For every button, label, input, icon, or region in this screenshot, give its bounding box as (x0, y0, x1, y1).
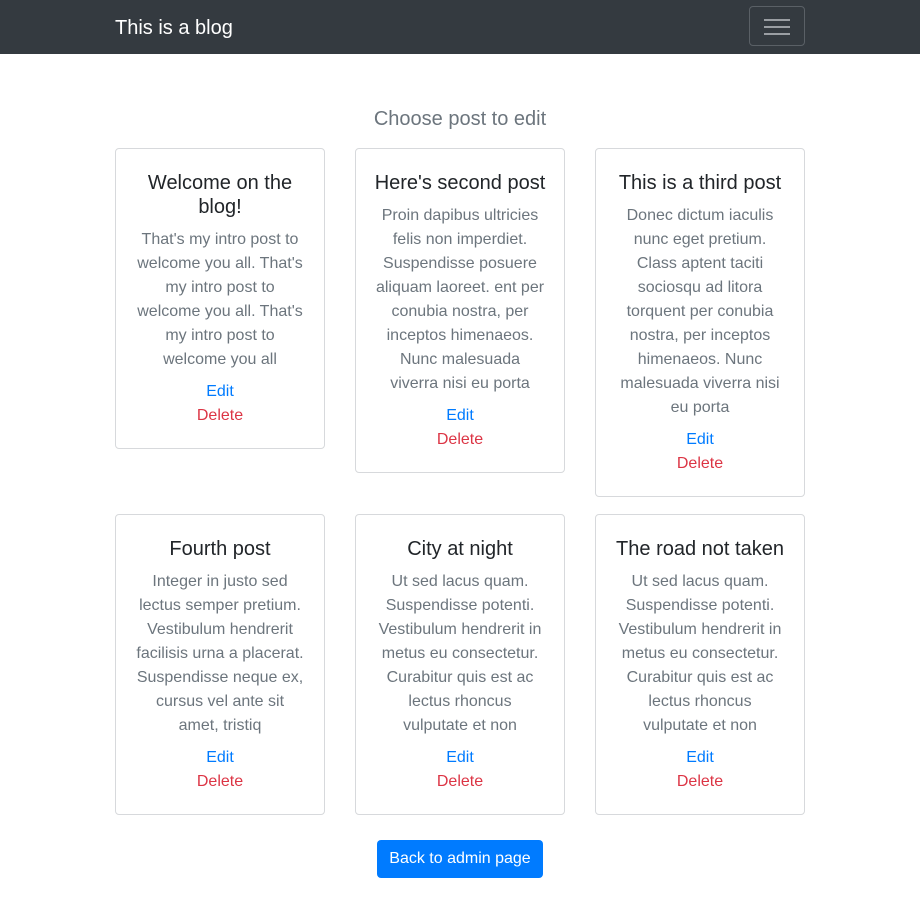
edit-post-link[interactable]: Edit (134, 746, 306, 770)
edit-post-link[interactable]: Edit (374, 746, 546, 770)
post-card: Welcome on the blog! That's my intro pos… (115, 148, 325, 449)
post-excerpt: Donec dictum iaculis nunc eget pretium. … (620, 207, 780, 416)
back-to-admin-button[interactable]: Back to admin page (377, 840, 543, 878)
top-navbar: This is a blog (0, 0, 920, 54)
post-card: Here's second post Proin dapibus ultrici… (355, 148, 565, 473)
post-excerpt: Ut sed lacus quam. Suspendisse potenti. … (378, 573, 542, 734)
post-title: Fourth post (169, 538, 271, 560)
page-heading: Choose post to edit (373, 108, 547, 130)
hamburger-menu-icon (764, 19, 790, 35)
post-title: Here's second post (374, 172, 546, 194)
delete-post-link[interactable]: Delete (134, 404, 306, 428)
delete-post-link[interactable]: Delete (374, 770, 546, 794)
post-title: The road not taken (616, 538, 784, 560)
post-excerpt: Ut sed lacus quam. Suspendisse potenti. … (618, 573, 782, 734)
edit-post-link[interactable]: Edit (134, 380, 306, 404)
post-title: Welcome on the blog! (147, 172, 293, 218)
post-card: City at night Ut sed lacus quam. Suspend… (355, 514, 565, 815)
edit-post-link[interactable]: Edit (374, 404, 546, 428)
navbar-toggler-button[interactable] (749, 6, 805, 46)
post-excerpt: That's my intro post to welcome you all.… (137, 231, 303, 368)
post-title: City at night (407, 538, 513, 560)
delete-post-link[interactable]: Delete (614, 452, 786, 476)
post-excerpt: Proin dapibus ultricies felis non imperd… (375, 207, 545, 392)
delete-post-link[interactable]: Delete (614, 770, 786, 794)
delete-post-link[interactable]: Delete (134, 770, 306, 794)
navbar-brand[interactable]: This is a blog (115, 15, 233, 41)
post-title: This is a third post (618, 172, 782, 194)
post-card: The road not taken Ut sed lacus quam. Su… (595, 514, 805, 815)
edit-post-link[interactable]: Edit (614, 746, 786, 770)
post-card: This is a third post Donec dictum iaculi… (595, 148, 805, 497)
post-excerpt: Integer in justo sed lectus semper preti… (136, 573, 304, 734)
delete-post-link[interactable]: Delete (374, 428, 546, 452)
post-card: Fourth post Integer in justo sed lectus … (115, 514, 325, 815)
edit-post-link[interactable]: Edit (614, 428, 786, 452)
